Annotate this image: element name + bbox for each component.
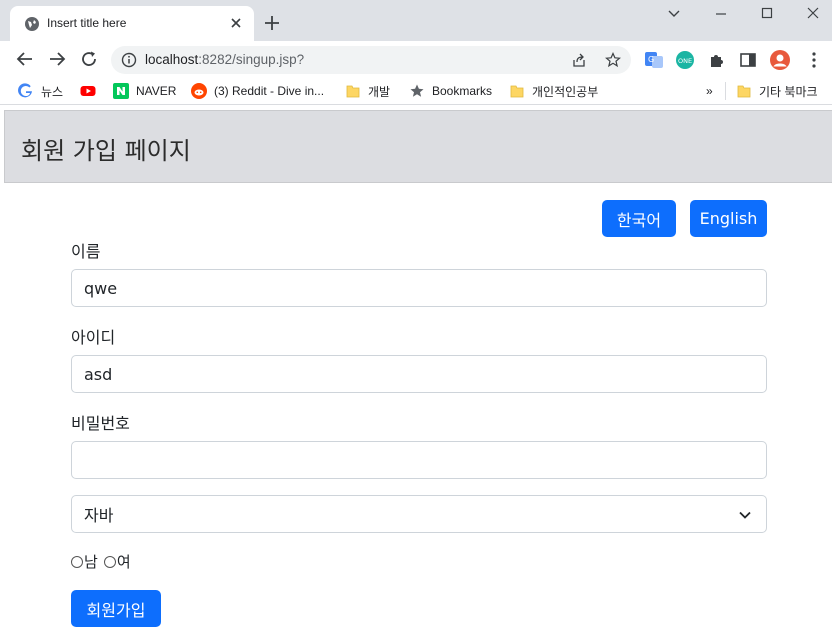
folder-icon xyxy=(510,85,524,98)
url-path: :8282/singup.jsp? xyxy=(198,52,305,67)
side-panel-icon[interactable] xyxy=(738,50,758,70)
forward-arrow-icon[interactable] xyxy=(48,50,66,68)
one-extension-icon[interactable]: ONE xyxy=(675,50,695,70)
name-input[interactable]: qwe xyxy=(71,269,767,307)
name-input-value: qwe xyxy=(84,278,118,298)
male-radio-label: 남 xyxy=(84,553,98,571)
url-text: localhost:8282/singup.jsp? xyxy=(145,52,304,67)
overflow-chevron: » xyxy=(706,84,713,98)
bookmarks-divider xyxy=(725,82,726,100)
bookmarks-bar: 뉴스 NAVER (3) Reddit - Dive in... 개발 Book… xyxy=(0,77,832,105)
language-select[interactable]: 자바 xyxy=(71,495,767,533)
youtube-icon xyxy=(80,86,96,96)
password-input[interactable] xyxy=(71,441,767,479)
male-radio[interactable] xyxy=(71,555,83,568)
folder-icon xyxy=(737,85,751,98)
bookmark-label: 기타 북마크 xyxy=(759,84,818,99)
tab-strip: Insert title here xyxy=(0,0,832,41)
google-icon xyxy=(18,83,32,98)
bookmark-bookmarks[interactable]: Bookmarks xyxy=(409,82,492,100)
site-info-icon[interactable] xyxy=(121,52,137,68)
gender-radio-group: 남 여 xyxy=(71,551,131,572)
page-content: 회원 가입 페이지 한국어 English 이름 qwe 아이디 asd 비밀번… xyxy=(0,110,832,641)
address-bar[interactable]: localhost:8282/singup.jsp? xyxy=(111,46,631,74)
share-icon[interactable] xyxy=(571,52,587,68)
bookmark-label: Bookmarks xyxy=(432,84,493,98)
page-title: 회원 가입 페이지 xyxy=(21,137,191,165)
bookmark-star-icon[interactable] xyxy=(605,52,621,68)
reload-icon[interactable] xyxy=(80,50,98,68)
chevron-down-icon[interactable] xyxy=(664,6,684,22)
bookmark-label: NAVER xyxy=(136,84,177,98)
name-label: 이름 xyxy=(71,242,101,261)
naver-icon xyxy=(113,83,129,99)
bookmark-youtube[interactable] xyxy=(80,82,96,100)
back-arrow-icon[interactable] xyxy=(16,50,34,68)
bookmark-label: 뉴스 xyxy=(41,84,64,99)
female-radio[interactable] xyxy=(103,555,116,568)
female-radio-label: 여 xyxy=(116,553,131,571)
id-label: 아이디 xyxy=(71,328,116,347)
password-label: 비밀번호 xyxy=(71,414,130,433)
reddit-icon xyxy=(191,83,207,99)
chevron-down-icon xyxy=(739,511,751,519)
profile-avatar-icon[interactable] xyxy=(770,50,790,70)
svg-text:G: G xyxy=(648,55,654,64)
id-input[interactable]: asd xyxy=(71,355,767,393)
maximize-icon[interactable] xyxy=(757,6,777,22)
star-icon xyxy=(410,84,424,97)
signup-submit-button[interactable]: 회원가입 xyxy=(71,590,161,627)
svg-text:ONE: ONE xyxy=(678,57,692,65)
puzzle-extensions-icon[interactable] xyxy=(707,50,727,70)
bookmarks-overflow-button[interactable]: » xyxy=(706,82,713,100)
bookmark-dev-folder[interactable]: 개발 xyxy=(345,82,390,100)
page-header: 회원 가입 페이지 xyxy=(4,110,832,183)
tab-title: Insert title here xyxy=(47,16,127,30)
bookmark-label: 개발 xyxy=(368,84,391,99)
other-bookmarks[interactable]: 기타 북마크 xyxy=(736,82,818,100)
close-window-icon[interactable] xyxy=(803,6,823,22)
korean-language-button[interactable]: 한국어 xyxy=(602,200,676,237)
bookmark-label: (3) Reddit - Dive in... xyxy=(214,84,325,98)
globe-icon xyxy=(25,17,39,31)
google-translate-icon[interactable]: G xyxy=(644,50,664,70)
browser-menu-icon[interactable] xyxy=(804,50,824,70)
bookmark-study-folder[interactable]: 개인적인공부 xyxy=(509,82,598,100)
english-language-button[interactable]: English xyxy=(690,200,767,237)
bookmark-news[interactable]: 뉴스 xyxy=(18,82,63,100)
bookmark-label: 개인적인공부 xyxy=(532,84,599,99)
select-value: 자바 xyxy=(84,506,114,525)
folder-icon xyxy=(346,85,360,98)
browser-tab[interactable]: Insert title here xyxy=(10,6,254,41)
bookmark-reddit[interactable]: (3) Reddit - Dive in... xyxy=(191,82,324,100)
minimize-icon[interactable] xyxy=(711,6,731,22)
id-input-value: asd xyxy=(84,364,113,384)
browser-toolbar: localhost:8282/singup.jsp? G ONE xyxy=(0,41,832,77)
url-host: localhost xyxy=(145,52,199,67)
bookmark-naver[interactable]: NAVER xyxy=(113,82,176,100)
new-tab-icon[interactable] xyxy=(263,14,281,32)
close-tab-icon[interactable] xyxy=(228,15,244,31)
